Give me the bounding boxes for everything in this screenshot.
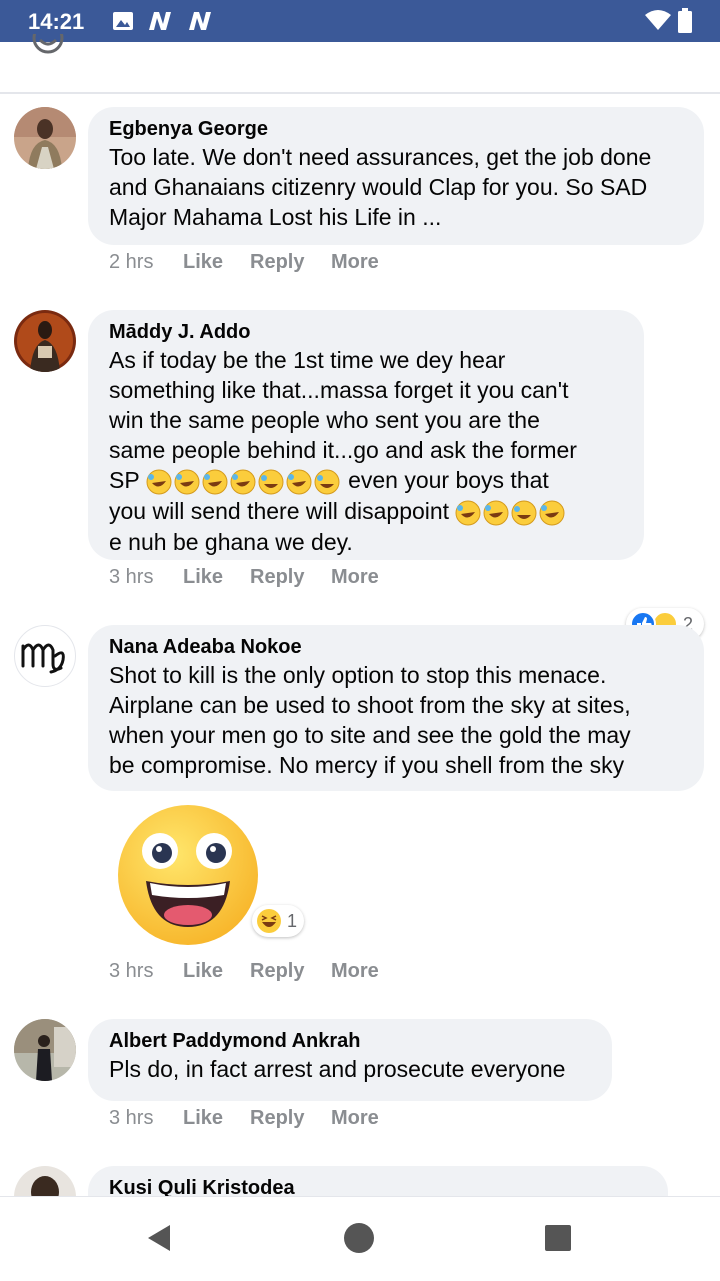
- avatar[interactable]: [14, 625, 76, 687]
- comment-text-fragment: you will send there will disappoint: [109, 497, 450, 524]
- comment-time: 3 hrs: [109, 566, 154, 588]
- more-button[interactable]: More: [331, 1107, 379, 1130]
- comment-bubble: Māddy J. Addo As if today be the 1st tim…: [88, 310, 644, 560]
- like-button[interactable]: Like: [183, 566, 223, 589]
- comment-bubble: Kusi Quli Kristodea: [88, 1166, 668, 1196]
- recent-apps-icon[interactable]: [544, 1224, 572, 1252]
- commenter-name[interactable]: Egbenya George: [109, 117, 684, 141]
- reply-button[interactable]: Reply: [250, 566, 304, 589]
- comments-list: Egbenya George Too late. We don't need a…: [0, 94, 720, 1196]
- n-notification-icon: [189, 12, 211, 30]
- comment-bubble: Egbenya George Too late. We don't need a…: [88, 107, 704, 245]
- avatar[interactable]: [14, 1019, 76, 1081]
- comment-text-line: same people behind it...go and ask the f…: [109, 437, 577, 463]
- commenter-name[interactable]: Māddy J. Addo: [109, 320, 624, 344]
- comment-text-line: Too late. We don't need assurances, get …: [109, 144, 652, 170]
- commenter-name[interactable]: Nana Adeaba Nokoe: [109, 635, 684, 659]
- comment-text-line: Airplane can be used to shoot from the s…: [109, 692, 631, 718]
- laughing-emoji-icon: [146, 469, 340, 495]
- comment-text-line: you will send there will disappoint: [109, 497, 624, 526]
- avatar[interactable]: [14, 1166, 76, 1196]
- laughing-emoji-icon: [455, 500, 565, 526]
- comment-text-fragment: even your boys that: [348, 467, 549, 493]
- grinning-sticker-icon[interactable]: [116, 803, 260, 947]
- more-button[interactable]: More: [331, 960, 379, 983]
- comment-text-line: Shot to kill is the only option to stop …: [109, 662, 607, 688]
- comment-text-line: As if today be the 1st time we dey hear: [109, 347, 506, 373]
- status-time: 14:21: [28, 9, 85, 34]
- comment-time: 2 hrs: [109, 251, 154, 273]
- comment-time: 3 hrs: [109, 1107, 154, 1129]
- battery-icon: [678, 8, 692, 33]
- rofl-emoji-row: [146, 467, 348, 495]
- status-bar: 14:21: [0, 0, 720, 42]
- reply-button[interactable]: Reply: [250, 1107, 304, 1130]
- comment-text-line: be compromise. No mercy if you shell fro…: [109, 752, 625, 778]
- comment-time: 3 hrs: [109, 960, 154, 982]
- system-nav-bar: [0, 1196, 720, 1281]
- home-icon[interactable]: [343, 1222, 375, 1254]
- reply-button[interactable]: Reply: [250, 251, 304, 274]
- avatar[interactable]: [14, 107, 76, 169]
- avatar[interactable]: [14, 310, 76, 372]
- comment-text-line: win the same people who sent you are the: [109, 407, 540, 433]
- comment-text-line: Major Mahama Lost his Life in ...: [109, 204, 442, 230]
- n-notification-icon: [149, 12, 171, 30]
- comment-bubble: Nana Adeaba Nokoe Shot to kill is the on…: [88, 625, 704, 791]
- image-icon: [113, 12, 133, 30]
- comment-text-line: Pls do, in fact arrest and prosecute eve…: [109, 1056, 566, 1082]
- comment-text-line: SP even your boys that: [109, 466, 624, 495]
- comment-bubble: Albert Paddymond Ankrah Pls do, in fact …: [88, 1019, 612, 1101]
- back-icon[interactable]: [144, 1223, 174, 1253]
- comment-text-line: when your men go to site and see the gol…: [109, 722, 631, 748]
- comment-text-line: e nuh be ghana we dey.: [109, 528, 353, 555]
- wifi-icon: [645, 10, 671, 30]
- comment-text-line: and Ghanaians citizenry would Clap for y…: [109, 174, 648, 200]
- haha-reaction-icon: [257, 909, 281, 933]
- comment-text-line: something like that...massa forget it yo…: [109, 377, 569, 403]
- more-button[interactable]: More: [331, 251, 379, 274]
- reaction-face-icon[interactable]: [30, 34, 66, 58]
- reaction-count: 1: [287, 910, 298, 931]
- more-button[interactable]: More: [331, 566, 379, 589]
- virgo-symbol-icon: [21, 643, 65, 674]
- reply-button[interactable]: Reply: [250, 960, 304, 983]
- like-button[interactable]: Like: [183, 251, 223, 274]
- comment-text-fragment: SP: [109, 467, 140, 493]
- like-button[interactable]: Like: [183, 1107, 223, 1130]
- commenter-name[interactable]: Kusi Quli Kristodea: [109, 1176, 648, 1196]
- reaction-summary[interactable]: 1: [252, 905, 304, 937]
- top-bar: [0, 34, 720, 94]
- commenter-name[interactable]: Albert Paddymond Ankrah: [109, 1029, 592, 1053]
- like-button[interactable]: Like: [183, 960, 223, 983]
